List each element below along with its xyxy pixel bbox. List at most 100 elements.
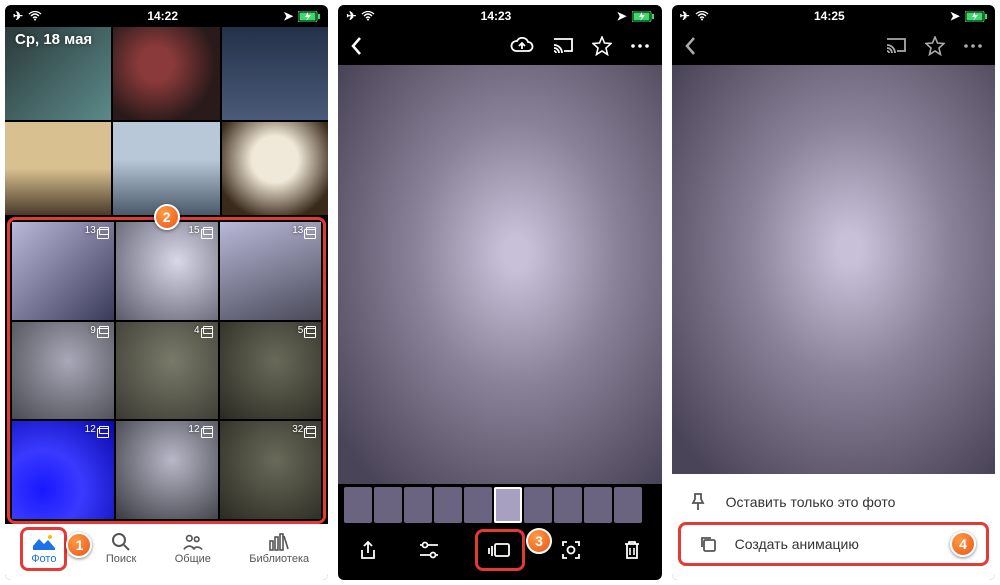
step-badge-3: 3	[526, 528, 552, 554]
burst-filmstrip[interactable]	[338, 484, 661, 526]
photo-thumb[interactable]	[222, 27, 328, 120]
photo-thumb[interactable]	[113, 122, 219, 215]
action-label: Оставить только это фото	[726, 494, 896, 510]
keep-only-action[interactable]: Оставить только это фото	[672, 482, 995, 522]
back-button[interactable]	[684, 36, 696, 56]
search-icon	[110, 533, 132, 551]
filmstrip-item[interactable]	[554, 487, 582, 523]
airplane-icon: ✈	[346, 9, 356, 23]
library-icon	[268, 533, 290, 551]
more-icon[interactable]	[963, 43, 983, 49]
burst-thumb[interactable]: 32	[220, 421, 322, 519]
shared-icon	[182, 533, 204, 551]
edit-button[interactable]	[415, 536, 443, 564]
filmstrip-item[interactable]	[584, 487, 612, 523]
burst-thumb[interactable]: 4	[116, 322, 218, 420]
filmstrip-item-selected[interactable]	[494, 487, 522, 523]
tab-search[interactable]: Поиск	[106, 533, 136, 565]
photo-grid-top	[5, 27, 328, 215]
status-time: 14:25	[814, 9, 845, 23]
airplane-icon: ✈	[13, 9, 23, 23]
status-bar: ✈ 14:22 ➤	[5, 5, 328, 27]
wifi-icon	[28, 11, 42, 21]
bottom-tabbar: 1 Фото Поиск Общие	[5, 524, 328, 580]
viewer-toolbar: 3	[338, 526, 661, 580]
burst-icon	[99, 426, 109, 434]
tab-label: Библиотека	[249, 553, 309, 565]
photo-thumb[interactable]	[222, 122, 328, 215]
burst-icon	[203, 227, 213, 235]
burst-thumb[interactable]: 13	[220, 222, 322, 320]
tab-library[interactable]: Библиотека	[249, 533, 309, 565]
photo-tab-highlight: 1 Фото	[20, 527, 67, 571]
filmstrip-item[interactable]	[434, 487, 462, 523]
burst-icon	[306, 426, 316, 434]
tab-label: Поиск	[106, 553, 136, 565]
viewer-topbar	[672, 27, 995, 65]
location-icon: ➤	[950, 9, 960, 23]
photo-thumb[interactable]	[113, 27, 219, 120]
filmstrip-item[interactable]	[464, 487, 492, 523]
status-time: 14:23	[481, 9, 512, 23]
step-badge-4: 4	[950, 531, 976, 557]
location-icon: ➤	[283, 9, 293, 23]
burst-icon	[203, 326, 213, 334]
filmstrip-item[interactable]	[404, 487, 432, 523]
photo-thumb[interactable]	[5, 122, 111, 215]
filmstrip-item[interactable]	[524, 487, 552, 523]
burst-button[interactable]	[486, 536, 514, 564]
burst-thumb[interactable]: 12	[116, 421, 218, 519]
tab-shared[interactable]: Общие	[175, 533, 211, 565]
delete-button[interactable]	[618, 536, 646, 564]
photo-icon	[33, 533, 55, 551]
burst-thumb[interactable]: 13	[12, 222, 114, 320]
cloud-backup-icon[interactable]	[510, 37, 534, 55]
burst-thumb[interactable]: 9	[12, 322, 114, 420]
wifi-icon	[361, 11, 375, 21]
photo-viewer[interactable]	[672, 65, 995, 474]
airplane-icon: ✈	[680, 9, 690, 23]
photo-viewer[interactable]	[338, 65, 661, 484]
phone-screen-2: ✈ 14:23 ➤	[338, 5, 661, 580]
filmstrip-item[interactable]	[374, 487, 402, 523]
date-header: Ср, 18 мая	[15, 31, 92, 48]
burst-button-highlight: 3	[475, 529, 525, 571]
burst-icon	[203, 426, 213, 434]
create-animation-action[interactable]: Создать анимацию	[681, 525, 986, 563]
wifi-icon	[695, 11, 709, 21]
battery-icon	[632, 11, 654, 22]
battery-icon	[298, 11, 320, 22]
more-icon[interactable]	[630, 43, 650, 49]
burst-thumb[interactable]: 12	[12, 421, 114, 519]
filmstrip-item[interactable]	[614, 487, 642, 523]
phone-screen-1: ✈ 14:22 ➤ Ср, 18 мая 2 13 15 13	[5, 5, 328, 580]
status-bar: ✈ 14:23 ➤	[338, 5, 661, 27]
tab-photo[interactable]: Фото	[31, 533, 56, 565]
star-icon[interactable]	[592, 36, 612, 56]
burst-icon	[99, 326, 109, 334]
create-animation-highlight: 4 Создать анимацию	[678, 522, 989, 566]
burst-thumb[interactable]: 15	[116, 222, 218, 320]
burst-icon	[306, 326, 316, 334]
location-icon: ➤	[617, 9, 627, 23]
status-time: 14:22	[147, 9, 178, 23]
lens-button[interactable]	[557, 536, 585, 564]
action-label: Создать анимацию	[735, 536, 859, 552]
burst-grid-highlight: 2 13 15 13 9 4 5 12 12 32	[7, 217, 326, 524]
star-icon[interactable]	[925, 36, 945, 56]
tab-label: Общие	[175, 553, 211, 565]
cast-icon[interactable]	[885, 37, 907, 55]
burst-actions-panel: Оставить только это фото 4 Создать анима…	[672, 474, 995, 580]
filmstrip-item[interactable]	[344, 487, 372, 523]
cast-icon[interactable]	[552, 37, 574, 55]
burst-thumb[interactable]: 5	[220, 322, 322, 420]
viewer-topbar	[338, 27, 661, 65]
share-button[interactable]	[354, 536, 382, 564]
step-badge-2: 2	[154, 204, 180, 230]
back-button[interactable]	[350, 36, 362, 56]
step-badge-1: 1	[66, 532, 92, 558]
copy-icon	[699, 535, 719, 553]
battery-icon	[965, 11, 987, 22]
burst-icon	[99, 227, 109, 235]
burst-icon	[306, 227, 316, 235]
